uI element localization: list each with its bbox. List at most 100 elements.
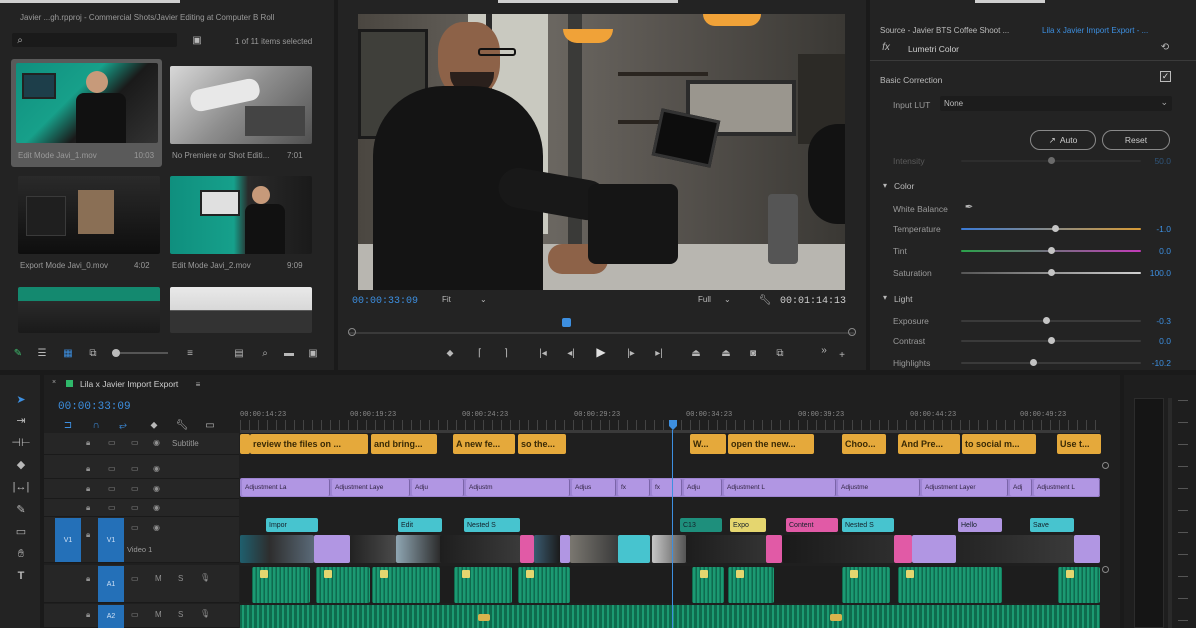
subtitle-clip[interactable]: A new fe...: [453, 434, 515, 454]
video-clip[interactable]: [686, 535, 766, 563]
adjustment-clip[interactable]: fx: [618, 479, 650, 496]
param-value[interactable]: 0.0: [1159, 246, 1171, 256]
captions-icon[interactable]: ▭: [203, 419, 217, 431]
new-bin-icon[interactable]: ▣: [190, 33, 204, 47]
lock-icon[interactable]: 🔒︎: [86, 484, 90, 494]
output-icon[interactable]: ▭: [131, 503, 139, 512]
add-marker-icon[interactable]: ⬥: [148, 419, 160, 431]
param-slider-contrast[interactable]: Contrast 0.0: [893, 334, 1183, 348]
param-value[interactable]: 0.0: [1159, 336, 1171, 346]
audio-clip[interactable]: [842, 567, 890, 603]
microphone-icon[interactable]: 🎙︎: [200, 609, 210, 618]
audio-clip[interactable]: [454, 567, 512, 603]
param-value[interactable]: -0.3: [1156, 316, 1171, 326]
v2-clip[interactable]: Content: [786, 518, 838, 532]
audio-clip[interactable]: [372, 567, 440, 603]
v2-clip[interactable]: Hello: [958, 518, 1002, 532]
selection-tool-icon[interactable]: ➤: [10, 390, 32, 408]
subtitle-clip[interactable]: And Pre...: [898, 434, 960, 454]
sync-icon[interactable]: ▭: [131, 610, 139, 619]
v2-clip[interactable]: Edit: [398, 518, 442, 532]
mute-icon[interactable]: M: [155, 574, 162, 583]
freeform-view-icon[interactable]: ⧉: [86, 347, 100, 359]
param-slider-temperature[interactable]: Temperature -1.0: [893, 222, 1183, 236]
video-clip[interactable]: [396, 535, 440, 563]
output-icon[interactable]: ▭: [131, 438, 139, 447]
pink-clip[interactable]: [520, 535, 534, 563]
target-track-a2[interactable]: A2: [98, 605, 124, 628]
timeline-timecode[interactable]: 00:00:33:09: [58, 401, 131, 413]
output-icon[interactable]: ▭: [131, 523, 139, 532]
ripple-edit-tool-icon[interactable]: ⊣⊢: [10, 433, 32, 451]
param-knob[interactable]: [1051, 225, 1059, 232]
param-knob[interactable]: [1042, 317, 1050, 324]
video-clip[interactable]: [534, 535, 560, 563]
export-frame-icon[interactable]: ◙: [746, 347, 760, 359]
work-area-bar[interactable]: [240, 430, 1100, 433]
solo-icon[interactable]: S: [178, 610, 183, 619]
add-button-icon[interactable]: +: [836, 349, 848, 361]
sync-icon[interactable]: ▭: [108, 503, 116, 512]
video-clip[interactable]: [350, 535, 396, 563]
source-patch-v1[interactable]: V1: [55, 518, 81, 562]
sequence-label[interactable]: Lila x Javier Import Export - ...: [1042, 26, 1148, 35]
subtitle-clip[interactable]: and bring...: [371, 434, 437, 454]
v2-clip[interactable]: Nested S: [464, 518, 520, 532]
sort-icon[interactable]: ≡: [183, 347, 197, 359]
current-timecode[interactable]: 00:00:33:09: [352, 296, 418, 307]
basic-correction-checkbox[interactable]: ✓: [1160, 71, 1171, 82]
subtitle-clip[interactable]: open the new...: [728, 434, 814, 454]
wrench-icon[interactable]: 🔧︎: [758, 293, 772, 307]
razor-tool-icon[interactable]: ◆: [10, 455, 32, 473]
v2-clip[interactable]: Save: [1030, 518, 1074, 532]
rectangle-tool-icon[interactable]: ▭: [10, 522, 32, 540]
hand-tool-icon[interactable]: ✋︎: [10, 545, 32, 563]
param-slider-tint[interactable]: Tint 0.0: [893, 244, 1183, 258]
adjustment-clip[interactable]: Adjustment L: [724, 479, 836, 496]
clip-thumbnail[interactable]: [16, 63, 158, 143]
adjustment-clip[interactable]: Adju: [684, 479, 722, 496]
video-clip[interactable]: [782, 535, 894, 563]
microphone-icon[interactable]: 🎙︎: [200, 573, 210, 582]
sync-icon[interactable]: ▭: [108, 484, 116, 493]
pink-clip[interactable]: [894, 535, 912, 563]
light-section-title[interactable]: Light: [894, 294, 912, 304]
adjustment-clip[interactable]: Adjustme: [838, 479, 920, 496]
list-view-icon[interactable]: ☰: [36, 347, 48, 359]
type-tool-icon[interactable]: T: [10, 567, 32, 585]
v2-clip[interactable]: Nested S: [842, 518, 894, 532]
lock-icon[interactable]: 🔒︎: [86, 574, 90, 584]
lock-icon[interactable]: 🔒︎: [86, 610, 90, 620]
track-scroll-handle[interactable]: [1102, 462, 1109, 469]
automate-icon[interactable]: ▤: [232, 347, 246, 359]
subtitle-clip[interactable]: Choo...: [842, 434, 886, 454]
subtitle-clip[interactable]: review the files on ...: [250, 434, 368, 454]
chevron-down-icon[interactable]: ▾: [881, 292, 889, 302]
clip-thumbnail[interactable]: [170, 66, 312, 144]
video-clip[interactable]: [570, 535, 618, 563]
linked-selection-icon[interactable]: ⥂: [117, 419, 129, 431]
output-icon[interactable]: ▭: [131, 484, 139, 493]
adjustment-clip[interactable]: Adjustment Laye: [332, 479, 410, 496]
menu-icon[interactable]: ≡: [193, 379, 203, 389]
adjustment-clip[interactable]: [912, 535, 956, 563]
audio-clip[interactable]: [1058, 567, 1100, 603]
wrench-icon[interactable]: 🔧︎: [176, 419, 189, 431]
extract-icon[interactable]: ⏏: [718, 347, 734, 359]
v2-clip[interactable]: Impor: [266, 518, 318, 532]
subtitle-clip[interactable]: W...: [690, 434, 726, 454]
param-knob[interactable]: [1048, 247, 1055, 254]
subtitle-clip[interactable]: so the...: [518, 434, 566, 454]
mute-icon[interactable]: M: [155, 610, 162, 619]
zoom-slider-knob[interactable]: [112, 349, 120, 357]
lock-icon[interactable]: 🔒︎: [86, 464, 90, 474]
reset-effect-icon[interactable]: ⟲: [1158, 40, 1172, 54]
sync-icon[interactable]: ▭: [108, 464, 116, 473]
intensity-knob[interactable]: [1048, 157, 1055, 164]
lock-icon[interactable]: 🔒︎: [86, 503, 90, 513]
lift-icon[interactable]: ⏏: [688, 347, 704, 359]
param-knob[interactable]: [1048, 337, 1055, 344]
clip-thumbnail[interactable]: [18, 176, 160, 254]
audio-clip[interactable]: [518, 567, 570, 603]
adjustment-clip[interactable]: Adjus: [572, 479, 616, 496]
